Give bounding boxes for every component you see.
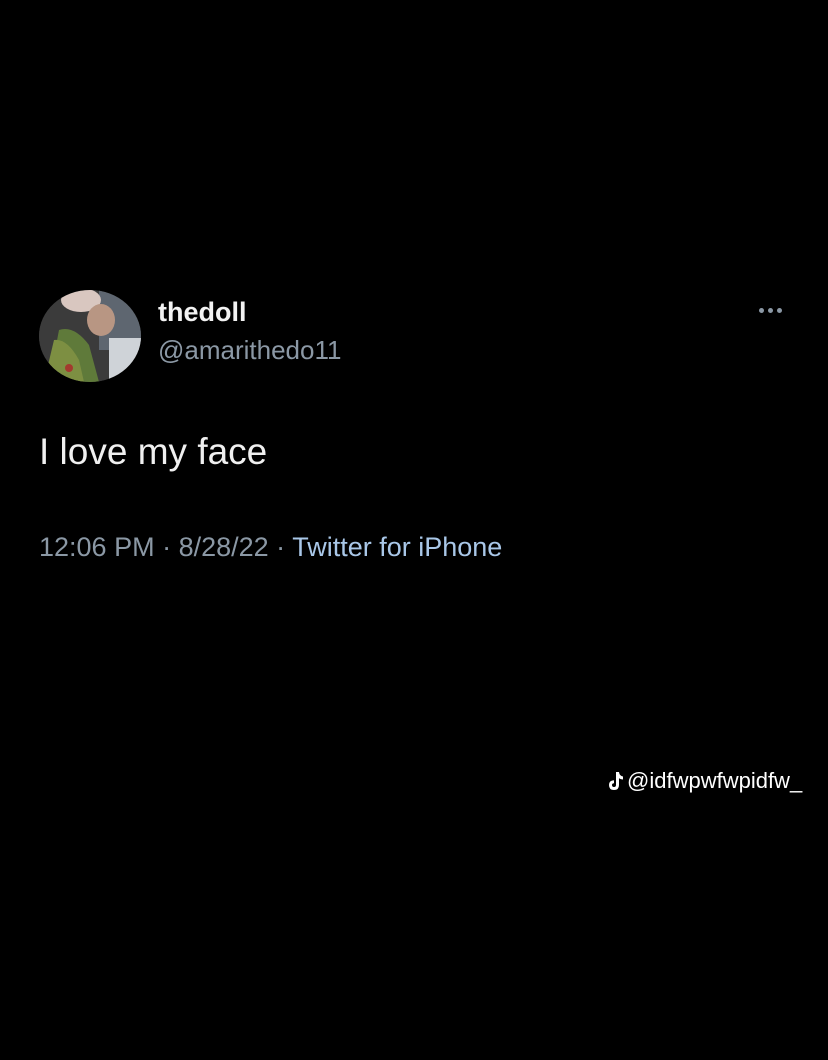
ellipsis-icon-dot bbox=[776, 307, 782, 313]
watermark-username: @idfwpwfwpidfw_ bbox=[627, 768, 803, 793]
ellipsis-icon bbox=[758, 307, 764, 313]
ellipsis-icon-dot bbox=[767, 307, 773, 313]
user-handle[interactable]: @amarithedo11 bbox=[158, 334, 341, 366]
tweet-time[interactable]: 12:06 PM bbox=[39, 532, 155, 562]
tweet-metadata: 12:06 PM · 8/28/22 · Twitter for iPhone bbox=[39, 530, 502, 564]
tweet-date[interactable]: 8/28/22 bbox=[179, 532, 269, 562]
avatar-photo bbox=[39, 290, 141, 382]
tiktok-icon bbox=[605, 770, 625, 792]
tiktok-watermark: @idfwpwfwpidfw_ bbox=[605, 768, 802, 794]
tweet-card: thedoll @amarithedo11 I love my face 12:… bbox=[0, 0, 828, 1060]
tweet-source-link[interactable]: Twitter for iPhone bbox=[292, 532, 502, 562]
more-options-button[interactable] bbox=[752, 296, 788, 324]
meta-separator: · bbox=[268, 532, 293, 562]
meta-separator: · bbox=[154, 532, 179, 562]
display-name[interactable]: thedoll bbox=[158, 296, 247, 328]
avatar[interactable] bbox=[39, 290, 141, 382]
tweet-text: I love my face bbox=[39, 431, 268, 472]
